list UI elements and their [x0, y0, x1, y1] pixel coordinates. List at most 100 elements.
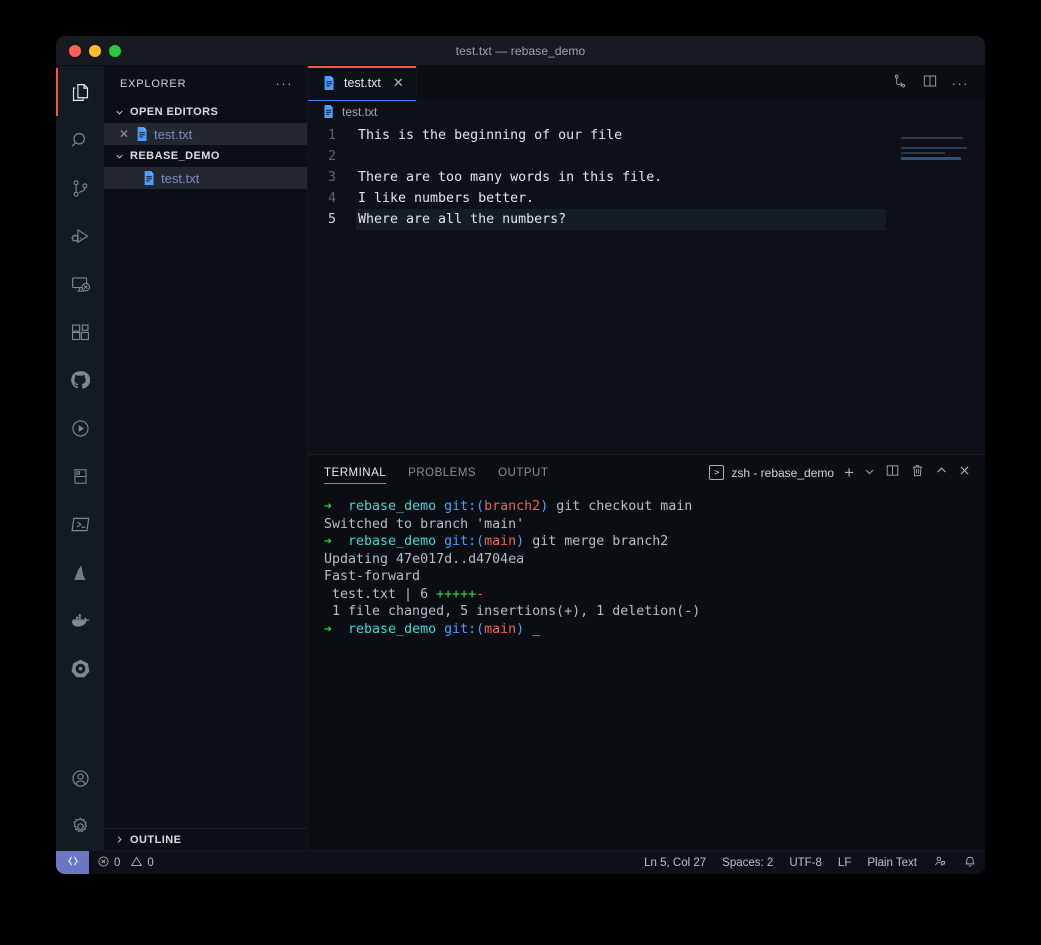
activity-item-docker[interactable] — [56, 596, 104, 644]
activity-item-kubernetes[interactable] — [56, 644, 104, 692]
activity-item-run-and-debug[interactable] — [56, 212, 104, 260]
gear-icon — [70, 816, 91, 837]
terminal-line: ➔ rebase_demo git:(main) git merge branc… — [324, 534, 668, 549]
line-text: This is the beginning of our file — [358, 128, 623, 143]
git-branch: branch2 — [484, 499, 541, 514]
terminal-instance-selector[interactable]: > zsh - rebase_demo — [709, 465, 834, 480]
activity-item-search[interactable] — [56, 116, 104, 164]
window-title: test.txt — rebase_demo — [455, 43, 586, 58]
status-cursor-position[interactable]: Ln 5, Col 27 — [636, 851, 714, 875]
code-line: 4 I like numbers better. — [308, 188, 985, 209]
section-outline[interactable]: OUTLINE — [104, 828, 307, 850]
tab-test-txt[interactable]: test.txt ✕ — [308, 66, 417, 101]
terminal-dropdown-icon[interactable] — [864, 464, 875, 482]
terminal-line: ➔ rebase_demo git:(branch2) git checkout… — [324, 499, 692, 514]
open-changes-icon[interactable] — [892, 73, 908, 94]
breadcrumb[interactable]: test.txt — [308, 101, 985, 123]
terminal-line: Updating 47e017d..d4704ea — [324, 551, 525, 567]
txt-file-icon — [322, 104, 336, 120]
minimize-window-button[interactable] — [89, 44, 101, 57]
prompt-command: git merge branch2 — [524, 534, 669, 549]
new-terminal-icon[interactable]: + — [844, 464, 854, 481]
outline-label: OUTLINE — [130, 833, 182, 846]
activity-item-remote-explorer[interactable] — [56, 260, 104, 308]
kubernetes-icon — [70, 658, 91, 679]
minimap-selected-line — [901, 157, 961, 160]
activity-item-github[interactable] — [56, 356, 104, 404]
activity-item-terminal-tool[interactable] — [56, 500, 104, 548]
activity-item-source-control[interactable] — [56, 164, 104, 212]
txt-file-icon — [142, 170, 156, 186]
window-body: EXPLORER ··· OPEN EDITORS ✕ test.txt REB… — [56, 66, 985, 850]
vscode-window: test.txt — rebase_demo EXPLORER ··· OPEN… — [56, 36, 985, 874]
traffic-lights — [56, 44, 121, 57]
activity-item-accounts[interactable] — [56, 754, 104, 802]
split-terminal-icon[interactable] — [885, 463, 900, 483]
diffstat-minus: - — [476, 586, 485, 602]
more-actions-icon[interactable]: ··· — [952, 77, 970, 90]
activity-item-manage-settings[interactable] — [56, 802, 104, 850]
activity-item-extensions[interactable] — [56, 308, 104, 356]
title-bar: test.txt — rebase_demo — [56, 36, 985, 66]
tab-label: TERMINAL — [324, 466, 387, 479]
status-encoding[interactable]: UTF-8 — [781, 851, 830, 875]
terminal-line: Fast-forward — [324, 569, 421, 584]
remote-window-icon — [66, 854, 80, 871]
close-editor-icon[interactable]: ✕ — [118, 127, 130, 141]
remote-window-indicator[interactable] — [56, 850, 89, 874]
sidebar-more-actions-icon[interactable]: ··· — [276, 77, 294, 90]
file-tree-item-test-txt[interactable]: test.txt — [104, 167, 307, 189]
status-indentation[interactable]: Spaces: 2 — [714, 851, 781, 875]
code-line-active: 5 Where are all the numbers? — [308, 209, 985, 230]
minimap-line — [901, 152, 945, 154]
terminal-output[interactable]: ➔ rebase_demo git:(branch2) git checkout… — [308, 490, 985, 850]
tab-label: OUTPUT — [498, 466, 549, 479]
file-label: test.txt — [154, 126, 193, 142]
open-editor-item-test-txt[interactable]: ✕ test.txt — [104, 123, 307, 145]
search-icon — [70, 130, 91, 151]
editor-scrollbar[interactable] — [971, 123, 985, 454]
tab-terminal[interactable]: TERMINAL — [324, 455, 387, 490]
status-feedback[interactable] — [925, 851, 955, 875]
line-number: 1 — [327, 128, 336, 143]
sidebar: EXPLORER ··· OPEN EDITORS ✕ test.txt REB… — [104, 66, 308, 850]
split-editor-icon[interactable] — [922, 73, 938, 94]
line-number: 2 — [327, 149, 336, 164]
status-eol[interactable]: LF — [830, 851, 859, 875]
error-count: 0 — [114, 856, 121, 869]
editor-area[interactable]: 1 This is the beginning of our file 2 3 … — [308, 123, 985, 454]
section-rebase-demo[interactable]: REBASE_DEMO — [104, 145, 307, 167]
maximize-panel-icon[interactable] — [935, 464, 948, 482]
section-open-editors[interactable]: OPEN EDITORS — [104, 101, 307, 123]
tab-close-icon[interactable]: ✕ — [393, 75, 404, 91]
prompt-command: git checkout main — [548, 499, 693, 514]
kill-terminal-icon[interactable] — [910, 463, 925, 483]
panel-tabs: TERMINAL PROBLEMS OUTPUT > zsh - rebase_… — [308, 455, 985, 490]
git-suffix: ) — [516, 621, 525, 637]
activity-item-database[interactable] — [56, 452, 104, 500]
line-text: I like numbers better. — [358, 191, 535, 206]
line-number: 4 — [327, 191, 336, 206]
activity-item-explorer[interactable] — [56, 68, 104, 116]
status-language-mode[interactable]: Plain Text — [859, 851, 925, 875]
minimap[interactable] — [901, 137, 985, 454]
zoom-window-button[interactable] — [109, 44, 121, 57]
file-label: test.txt — [161, 170, 200, 186]
minimap-line — [901, 137, 963, 139]
diffstat-file: test.txt | 6 — [324, 586, 437, 602]
files-icon — [70, 82, 91, 103]
tab-problems[interactable]: PROBLEMS — [408, 455, 476, 490]
git-branch: main — [484, 534, 517, 549]
prompt-arrow: ➔ — [324, 499, 333, 514]
activity-item-test-player[interactable] — [56, 404, 104, 452]
error-icon — [97, 855, 110, 871]
tab-output[interactable]: OUTPUT — [498, 455, 548, 490]
close-panel-icon[interactable] — [958, 464, 971, 482]
activity-item-azure[interactable] — [56, 548, 104, 596]
status-notifications[interactable] — [955, 851, 985, 875]
close-window-button[interactable] — [69, 44, 81, 57]
status-problems[interactable]: 0 0 — [89, 851, 162, 875]
prompt-dir: rebase_demo — [348, 499, 437, 514]
prompt-dir: rebase_demo — [348, 621, 437, 637]
code-line: 1 This is the beginning of our file — [308, 125, 985, 146]
